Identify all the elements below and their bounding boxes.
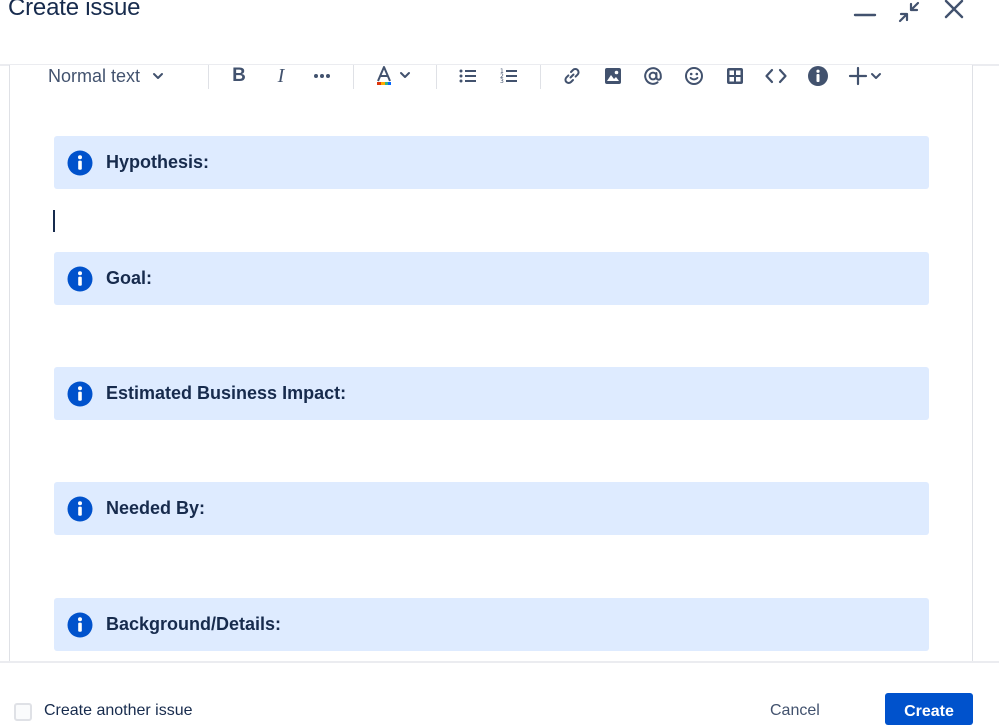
info-panel-background-details[interactable]: Background/Details:: [54, 598, 929, 651]
table-button[interactable]: [724, 65, 746, 87]
close-button[interactable]: [941, 0, 967, 24]
panel-label: Goal:: [106, 268, 153, 288]
dialog-header: Create issue: [0, 0, 999, 66]
emoji-button[interactable]: [683, 65, 705, 87]
description-editor[interactable]: Normal text B I 1 2 3 Hypothesis: Goal: …: [9, 65, 973, 661]
code-icon: [765, 68, 787, 84]
info-icon: [67, 381, 93, 406]
create-button[interactable]: Create: [885, 693, 973, 725]
info-icon: [67, 150, 93, 175]
cancel-button[interactable]: Cancel: [770, 702, 820, 720]
code-button[interactable]: [764, 65, 788, 87]
panel-label: Needed By:: [106, 498, 206, 518]
chevron-down-icon: [153, 73, 164, 79]
create-button-label: Create: [904, 703, 954, 720]
info-icon: [67, 266, 93, 291]
italic-button[interactable]: I: [270, 65, 292, 87]
image-icon: [605, 68, 621, 84]
collapse-button[interactable]: [896, 0, 922, 24]
minimize-button[interactable]: [852, 0, 878, 24]
info-panel-icon: [808, 66, 828, 86]
panel-label: Background/Details:: [106, 614, 282, 634]
panel-label: Estimated Business Impact:: [106, 383, 347, 403]
bold-icon: B: [232, 65, 246, 86]
mention-icon: [644, 67, 662, 85]
toolbar-divider: [208, 65, 209, 89]
dialog-title: Create issue: [8, 0, 141, 21]
info-panel-hypothesis[interactable]: Hypothesis:: [54, 136, 929, 189]
create-another-label: Create another issue: [44, 702, 193, 719]
link-icon: [564, 68, 580, 84]
more-formatting-icon: [314, 74, 330, 78]
info-icon: [67, 612, 93, 637]
text-color-button[interactable]: [374, 65, 414, 87]
insert-menu-button[interactable]: [848, 65, 888, 87]
numbered-list-button[interactable]: 1 2 3: [498, 65, 520, 87]
text-color-icon: [377, 66, 410, 85]
table-icon: [727, 68, 743, 84]
image-button[interactable]: [602, 65, 624, 87]
create-another-checkbox[interactable]: [14, 703, 32, 721]
link-button[interactable]: [561, 65, 583, 87]
info-panel-needed-by[interactable]: Needed By:: [54, 482, 929, 535]
info-panel-business-impact[interactable]: Estimated Business Impact:: [54, 367, 929, 420]
dialog-footer: Create another issue Cancel Create: [0, 661, 999, 725]
info-panel-goal[interactable]: Goal:: [54, 252, 929, 305]
close-icon: [944, 0, 964, 19]
editor-toolbar: Normal text B I 1 2 3: [10, 65, 972, 89]
emoji-icon: [685, 67, 703, 85]
panel-label: Hypothesis:: [106, 152, 210, 172]
text-cursor: [53, 210, 55, 232]
text-style-dropdown[interactable]: Normal text: [48, 65, 178, 87]
toolbar-divider: [436, 65, 437, 89]
bullet-list-icon: [459, 69, 476, 83]
svg-text:3: 3: [500, 78, 504, 85]
bullet-list-button[interactable]: [457, 65, 479, 87]
toolbar-divider: [353, 65, 354, 89]
mention-button[interactable]: [642, 65, 664, 87]
more-formatting-button[interactable]: [310, 65, 334, 87]
italic-icon: I: [277, 65, 285, 87]
numbered-list-icon: 1 2 3: [500, 68, 517, 85]
bold-button[interactable]: B: [228, 65, 250, 87]
collapse-icon: [898, 1, 920, 23]
minimize-icon: [853, 13, 877, 17]
insert-plus-icon: [848, 66, 881, 86]
info-icon: [67, 496, 93, 521]
info-panel-button[interactable]: [806, 65, 830, 87]
toolbar-divider: [540, 65, 541, 89]
text-style-label: Normal text: [48, 65, 141, 86]
